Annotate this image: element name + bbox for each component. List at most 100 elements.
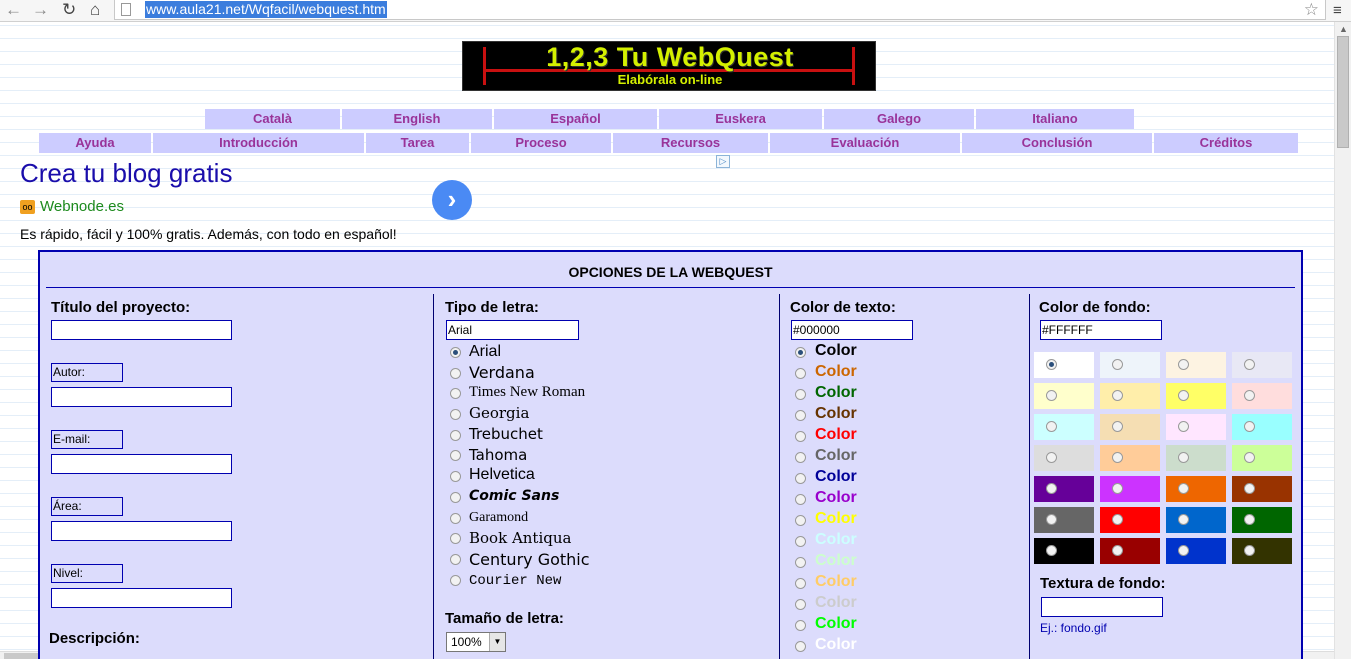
bg-color-radio[interactable] xyxy=(1244,514,1255,525)
bg-color-radio[interactable] xyxy=(1178,514,1189,525)
bg-color-radio[interactable] xyxy=(1046,421,1057,432)
bg-color-swatch[interactable] xyxy=(1034,383,1094,409)
text-color-radio[interactable] xyxy=(795,557,806,568)
bg-color-swatch[interactable] xyxy=(1232,507,1292,533)
bg-color-swatch[interactable] xyxy=(1100,414,1160,440)
bg-color-swatch[interactable] xyxy=(1100,383,1160,409)
home-icon[interactable]: ⌂ xyxy=(90,1,100,19)
bg-color-swatch[interactable] xyxy=(1232,352,1292,378)
font-radio-courier[interactable] xyxy=(450,575,461,586)
section-item-creditos[interactable]: Créditos xyxy=(1154,133,1298,153)
bg-color-swatch[interactable] xyxy=(1166,383,1226,409)
bg-color-radio[interactable] xyxy=(1178,545,1189,556)
section-item-proceso[interactable]: Proceso xyxy=(471,133,611,153)
text-color-radio[interactable] xyxy=(795,473,806,484)
bg-color-radio[interactable] xyxy=(1244,359,1255,370)
bg-color-swatch[interactable] xyxy=(1232,445,1292,471)
bg-color-radio[interactable] xyxy=(1046,514,1057,525)
text-color-radio[interactable] xyxy=(795,368,806,379)
url-text[interactable]: www.aula21.net/Wqfacil/webquest.htm xyxy=(145,1,387,18)
font-radio-century-gothic[interactable] xyxy=(450,554,461,565)
lang-item-catala[interactable]: Català xyxy=(205,109,340,129)
bg-color-swatch[interactable] xyxy=(1034,538,1094,564)
texture-input[interactable] xyxy=(1041,597,1163,617)
text-color-radio[interactable] xyxy=(795,536,806,547)
bg-color-radio[interactable] xyxy=(1046,452,1057,463)
bg-color-swatch[interactable] xyxy=(1232,414,1292,440)
lang-item-italiano[interactable]: Italiano xyxy=(976,109,1134,129)
lang-item-galego[interactable]: Galego xyxy=(824,109,974,129)
bg-color-radio[interactable] xyxy=(1244,545,1255,556)
bg-color-radio[interactable] xyxy=(1244,421,1255,432)
lang-item-euskera[interactable]: Euskera xyxy=(659,109,822,129)
font-radio-georgia[interactable] xyxy=(450,409,461,420)
section-item-ayuda[interactable]: Ayuda xyxy=(39,133,151,153)
bg-color-swatch[interactable] xyxy=(1166,507,1226,533)
bg-color-input[interactable] xyxy=(1040,320,1162,340)
font-radio-garamond[interactable] xyxy=(450,513,461,524)
bg-color-swatch[interactable] xyxy=(1100,476,1160,502)
bg-color-radio[interactable] xyxy=(1178,359,1189,370)
font-radio-comic-sans[interactable] xyxy=(450,492,461,503)
bg-color-radio[interactable] xyxy=(1112,421,1123,432)
bg-color-swatch[interactable] xyxy=(1232,383,1292,409)
section-item-conclusion[interactable]: Conclusión xyxy=(962,133,1152,153)
bg-color-radio[interactable] xyxy=(1046,359,1057,370)
text-color-radio[interactable] xyxy=(795,431,806,442)
bg-color-radio[interactable] xyxy=(1046,483,1057,494)
ad-site-link[interactable]: Webnode.es xyxy=(40,198,124,215)
text-color-radio[interactable] xyxy=(795,389,806,400)
text-color-radio[interactable] xyxy=(795,452,806,463)
bg-color-swatch[interactable] xyxy=(1100,445,1160,471)
bg-color-radio[interactable] xyxy=(1112,390,1123,401)
project-title-input[interactable] xyxy=(51,320,232,340)
font-radio-tahoma[interactable] xyxy=(450,450,461,461)
ad-chevron-right-icon[interactable]: › xyxy=(432,180,472,220)
bg-color-radio[interactable] xyxy=(1112,452,1123,463)
font-radio-verdana[interactable] xyxy=(450,368,461,379)
ad-title-link[interactable]: Crea tu blog gratis xyxy=(20,158,232,189)
bg-color-radio[interactable] xyxy=(1112,545,1123,556)
font-radio-helvetica[interactable] xyxy=(450,471,461,482)
text-color-radio[interactable] xyxy=(795,515,806,526)
text-color-radio[interactable] xyxy=(795,410,806,421)
bg-color-swatch[interactable] xyxy=(1100,352,1160,378)
text-color-radio[interactable] xyxy=(795,620,806,631)
bg-color-radio[interactable] xyxy=(1244,452,1255,463)
bg-color-swatch[interactable] xyxy=(1232,476,1292,502)
font-radio-book-antiqua[interactable] xyxy=(450,533,461,544)
bg-color-radio[interactable] xyxy=(1178,421,1189,432)
font-radio-arial[interactable] xyxy=(450,347,461,358)
bg-color-radio[interactable] xyxy=(1046,390,1057,401)
section-item-evaluacion[interactable]: Evaluación xyxy=(770,133,960,153)
adchoices-icon[interactable]: ▷ xyxy=(716,155,730,168)
forward-arrow-icon[interactable]: → xyxy=(32,1,49,19)
email-input[interactable] xyxy=(51,454,232,474)
browser-menu-icon[interactable]: ≡ xyxy=(1333,2,1342,19)
bg-color-radio[interactable] xyxy=(1178,452,1189,463)
bg-color-radio[interactable] xyxy=(1046,545,1057,556)
bg-color-radio[interactable] xyxy=(1178,390,1189,401)
font-radio-times[interactable] xyxy=(450,388,461,399)
text-color-radio[interactable] xyxy=(795,641,806,652)
section-item-recursos[interactable]: Recursos xyxy=(613,133,768,153)
bg-color-radio[interactable] xyxy=(1112,514,1123,525)
scrollbar-thumb[interactable] xyxy=(1337,36,1349,148)
bg-color-swatch[interactable] xyxy=(1100,507,1160,533)
font-type-input[interactable] xyxy=(446,320,579,340)
address-bar[interactable]: www.aula21.net/Wqfacil/webquest.htm ☆ xyxy=(114,0,1326,20)
bg-color-swatch[interactable] xyxy=(1034,414,1094,440)
lang-item-espanol[interactable]: Español xyxy=(494,109,657,129)
back-arrow-icon[interactable]: ← xyxy=(5,1,22,19)
scroll-up-arrow-icon[interactable]: ▲ xyxy=(1339,24,1348,34)
bg-color-radio[interactable] xyxy=(1112,359,1123,370)
lang-item-english[interactable]: English xyxy=(342,109,492,129)
area-input[interactable] xyxy=(51,521,232,541)
level-input[interactable] xyxy=(51,588,232,608)
text-color-radio[interactable] xyxy=(795,599,806,610)
text-color-radio[interactable] xyxy=(795,578,806,589)
bg-color-swatch[interactable] xyxy=(1034,507,1094,533)
bg-color-swatch[interactable] xyxy=(1100,538,1160,564)
bg-color-radio[interactable] xyxy=(1244,390,1255,401)
text-color-radio[interactable] xyxy=(795,494,806,505)
